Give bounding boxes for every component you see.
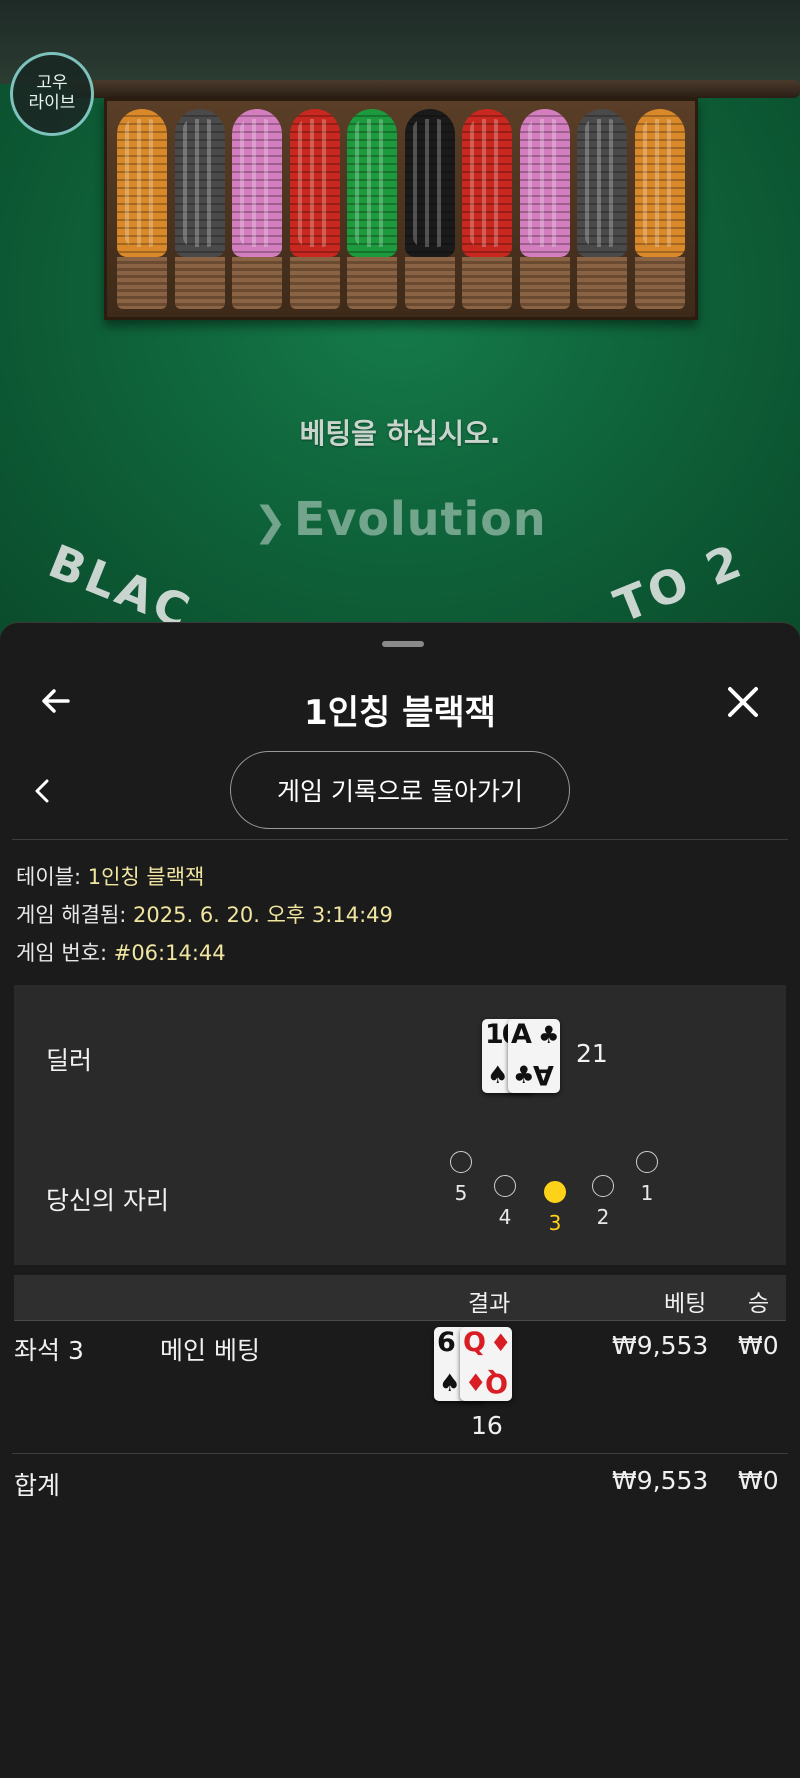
seat-number: 4 [498, 1205, 512, 1229]
chip-stack-base [117, 257, 167, 309]
header-win: 승 [748, 1291, 770, 1317]
info-resolved-label: 게임 해결됨: [16, 903, 134, 927]
close-icon[interactable] [724, 683, 762, 721]
info-resolved-value: 2025. 6. 20. 오후 3:14:49 [133, 903, 393, 927]
playing-card: A ♣ ♣ A [508, 1019, 560, 1093]
card-rank: 6 [437, 1327, 456, 1358]
sheet-header: 1인칭 블랙잭 [0, 663, 800, 743]
divider [12, 1453, 788, 1454]
card-rank: A [511, 1019, 532, 1050]
seat-2-button[interactable] [592, 1175, 614, 1197]
chip-stack-chips [634, 109, 685, 257]
chip-stack-chips [577, 109, 627, 257]
chip-stack [289, 109, 340, 309]
chip-stack [404, 109, 455, 309]
chip-stack [174, 109, 225, 309]
header-bet: 베팅 [664, 1291, 707, 1317]
chevron-left-icon[interactable] [30, 773, 54, 809]
card-rank: Q [485, 1367, 508, 1398]
header-result: 결과 [468, 1291, 511, 1317]
chip-stack [462, 109, 512, 309]
row-bet-amount: ₩9,553 [612, 1331, 709, 1360]
row-bet-type: 메인 베팅 [160, 1336, 260, 1365]
evolution-logo-text: Evolution [293, 492, 547, 546]
dealer-score: 21 [576, 1039, 608, 1068]
your-seat-label: 당신의 자리 [46, 1186, 169, 1215]
chip-stack-base [232, 257, 282, 309]
divider [12, 839, 788, 840]
chip-stack-base [577, 257, 627, 309]
chip-stack-base [404, 257, 455, 309]
round-result-card: 딜러 10♠♠10A♣♣A 21 당신의 자리 54321 [14, 985, 786, 1265]
chip-tray [104, 98, 698, 320]
chip-stack [347, 109, 397, 309]
seat-number: 3 [548, 1211, 562, 1235]
info-table-label: 테이블: [16, 865, 88, 889]
card-rank: Q [463, 1327, 486, 1358]
chip-stack-chips [174, 109, 225, 257]
seat-5-button[interactable] [450, 1151, 472, 1173]
evolution-leaf-icon: ❯ [253, 499, 288, 545]
sheet-title: 1인칭 블랙잭 [304, 693, 496, 733]
card-suit-icon: ♣ [513, 1061, 535, 1089]
player-score: 16 [471, 1411, 503, 1440]
card-suit-icon: ♠ [487, 1061, 509, 1089]
card-suit-icon: ♦ [490, 1329, 512, 1357]
sheet-drag-handle[interactable] [382, 641, 424, 647]
row-win-amount: ₩0 [738, 1331, 779, 1360]
info-game-number: 게임 번호: #06:14:44 [16, 937, 226, 967]
chip-stack-base [174, 257, 225, 309]
card-suit-icon: ♦ [465, 1369, 487, 1397]
chip-stack [577, 109, 627, 309]
info-table: 테이블: 1인칭 블랙잭 [16, 861, 204, 891]
chip-stack [634, 109, 685, 309]
playing-card: Q ♦ ♦ Q [460, 1327, 512, 1401]
brand-logo-line1: 고우 [36, 73, 68, 94]
chip-stack-chips [289, 109, 340, 257]
seat-number: 5 [454, 1181, 468, 1205]
total-label: 합계 [14, 1471, 61, 1500]
evolution-logo: ❯ Evolution [0, 492, 800, 546]
brand-logo: 고우 라이브 [10, 52, 94, 136]
info-resolved: 게임 해결됨: 2025. 6. 20. 오후 3:14:49 [16, 899, 393, 929]
info-table-value: 1인칭 블랙잭 [87, 865, 205, 889]
chip-stack-chips [117, 109, 167, 257]
chip-stack-chips [232, 109, 282, 257]
card-suit-icon: ♣ [538, 1021, 560, 1049]
table-rail [70, 80, 800, 98]
live-table-view: 베팅을 하십시오. ❯ Evolution BLAC TO 2 고우 라이브 [0, 0, 800, 660]
info-game-number-label: 게임 번호: [16, 941, 114, 965]
total-bet-amount: ₩9,553 [612, 1466, 709, 1495]
chip-stack-base [634, 257, 685, 309]
chip-stack-chips [519, 109, 570, 257]
dealer-label: 딜러 [46, 1046, 93, 1075]
chip-stack-chips [404, 109, 455, 257]
chip-stack-chips [347, 109, 397, 257]
chip-stack-base [347, 257, 397, 309]
table-felt-text-right: TO 2 [606, 532, 752, 634]
chip-stack-base [462, 257, 512, 309]
seat-3-button[interactable] [544, 1181, 566, 1203]
seat-number: 2 [596, 1205, 610, 1229]
chip-stack-base [289, 257, 340, 309]
chip-stack [117, 109, 167, 309]
game-history-sheet: 1인칭 블랙잭 게임 기록으로 돌아가기 테이블: 1인칭 블랙잭 게임 해결됨… [0, 622, 800, 1778]
table-message: 베팅을 하십시오. [299, 417, 501, 450]
row-seat: 좌석 3 [14, 1336, 84, 1365]
chip-stack [232, 109, 282, 309]
card-rank: A [533, 1059, 554, 1090]
table-top-shadow [0, 0, 800, 84]
brand-logo-line2: 라이브 [28, 93, 76, 113]
back-to-history-button[interactable]: 게임 기록으로 돌아가기 [230, 751, 570, 829]
card-suit-icon: ♠ [439, 1369, 461, 1397]
seat-1-button[interactable] [636, 1151, 658, 1173]
seat-4-button[interactable] [494, 1175, 516, 1197]
total-win-amount: ₩0 [738, 1466, 779, 1495]
results-table-header: 결과 베팅 승 [14, 1275, 786, 1321]
chip-stack-chips [462, 109, 512, 257]
chip-stack [519, 109, 570, 309]
chip-stack-base [519, 257, 570, 309]
info-game-number-value: #06:14:44 [113, 941, 226, 965]
seat-number: 1 [640, 1181, 654, 1205]
